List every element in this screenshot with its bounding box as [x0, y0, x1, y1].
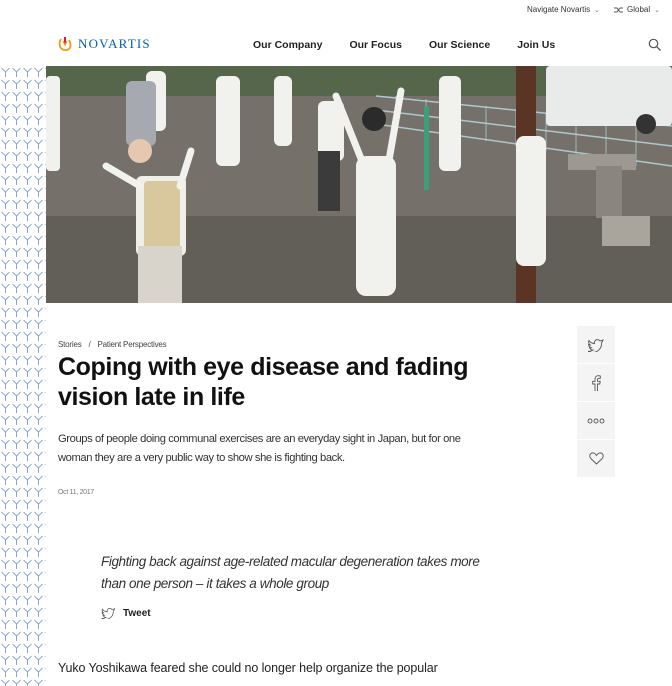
shuffle-icon: [614, 7, 623, 12]
site-header: NOVARTIS Our Company Our Focus Our Scien…: [0, 24, 672, 66]
share-more-button[interactable]: [577, 402, 615, 440]
chevron-down-icon: ⌄: [594, 6, 600, 14]
global-region-dropdown[interactable]: Global ⌄: [614, 5, 660, 14]
breadcrumb-stories[interactable]: Stories: [58, 340, 82, 349]
article-title: Coping with eye disease and fading visio…: [58, 353, 469, 411]
decorative-pattern: [0, 66, 46, 686]
nav-our-focus[interactable]: Our Focus: [349, 39, 402, 51]
heart-icon: [588, 452, 604, 465]
main-navigation: Our Company Our Focus Our Science Join U…: [253, 39, 582, 51]
navigate-novartis-label: Navigate Novartis: [526, 5, 591, 14]
share-facebook-button[interactable]: [577, 364, 615, 402]
novartis-logo[interactable]: NOVARTIS: [58, 36, 151, 52]
utility-bar: Navigate Novartis ⌄ Global ⌄: [0, 0, 672, 20]
breadcrumb: Stories / Patient Perspectives: [58, 340, 167, 349]
navigate-novartis-dropdown[interactable]: Navigate Novartis ⌄: [527, 5, 600, 14]
twitter-icon: [101, 607, 116, 619]
share-twitter-button[interactable]: [577, 326, 615, 364]
article-body-paragraph: Yuko Yoshikawa feared she could no longe…: [58, 661, 438, 675]
global-label: Global: [627, 5, 651, 14]
breadcrumb-patient-perspectives[interactable]: Patient Perspectives: [98, 340, 167, 349]
article-lede: Groups of people doing communal exercise…: [58, 433, 461, 464]
pull-quote: Fighting back against age-related macula…: [101, 554, 480, 591]
photo-of-elderly-group-exercising: [46, 66, 672, 303]
hero-image: [46, 66, 672, 303]
favorite-button[interactable]: [577, 440, 615, 478]
share-rail: [577, 326, 615, 478]
nav-join-us[interactable]: Join Us: [517, 39, 555, 51]
logo-text: NOVARTIS: [78, 36, 151, 51]
novartis-flame-icon: [58, 37, 72, 52]
breadcrumb-separator: /: [88, 340, 91, 349]
chevron-down-icon: ⌄: [654, 6, 660, 14]
tweet-label: Tweet: [123, 607, 151, 619]
nav-our-science[interactable]: Our Science: [429, 39, 490, 51]
article-date: Oct 11, 2017: [58, 489, 94, 496]
facebook-icon: [592, 374, 601, 391]
tweet-quote-link[interactable]: Tweet: [101, 607, 151, 619]
twitter-icon: [588, 338, 604, 352]
search-icon[interactable]: [648, 38, 662, 52]
nav-our-company[interactable]: Our Company: [253, 39, 322, 51]
more-icon: [587, 418, 605, 423]
